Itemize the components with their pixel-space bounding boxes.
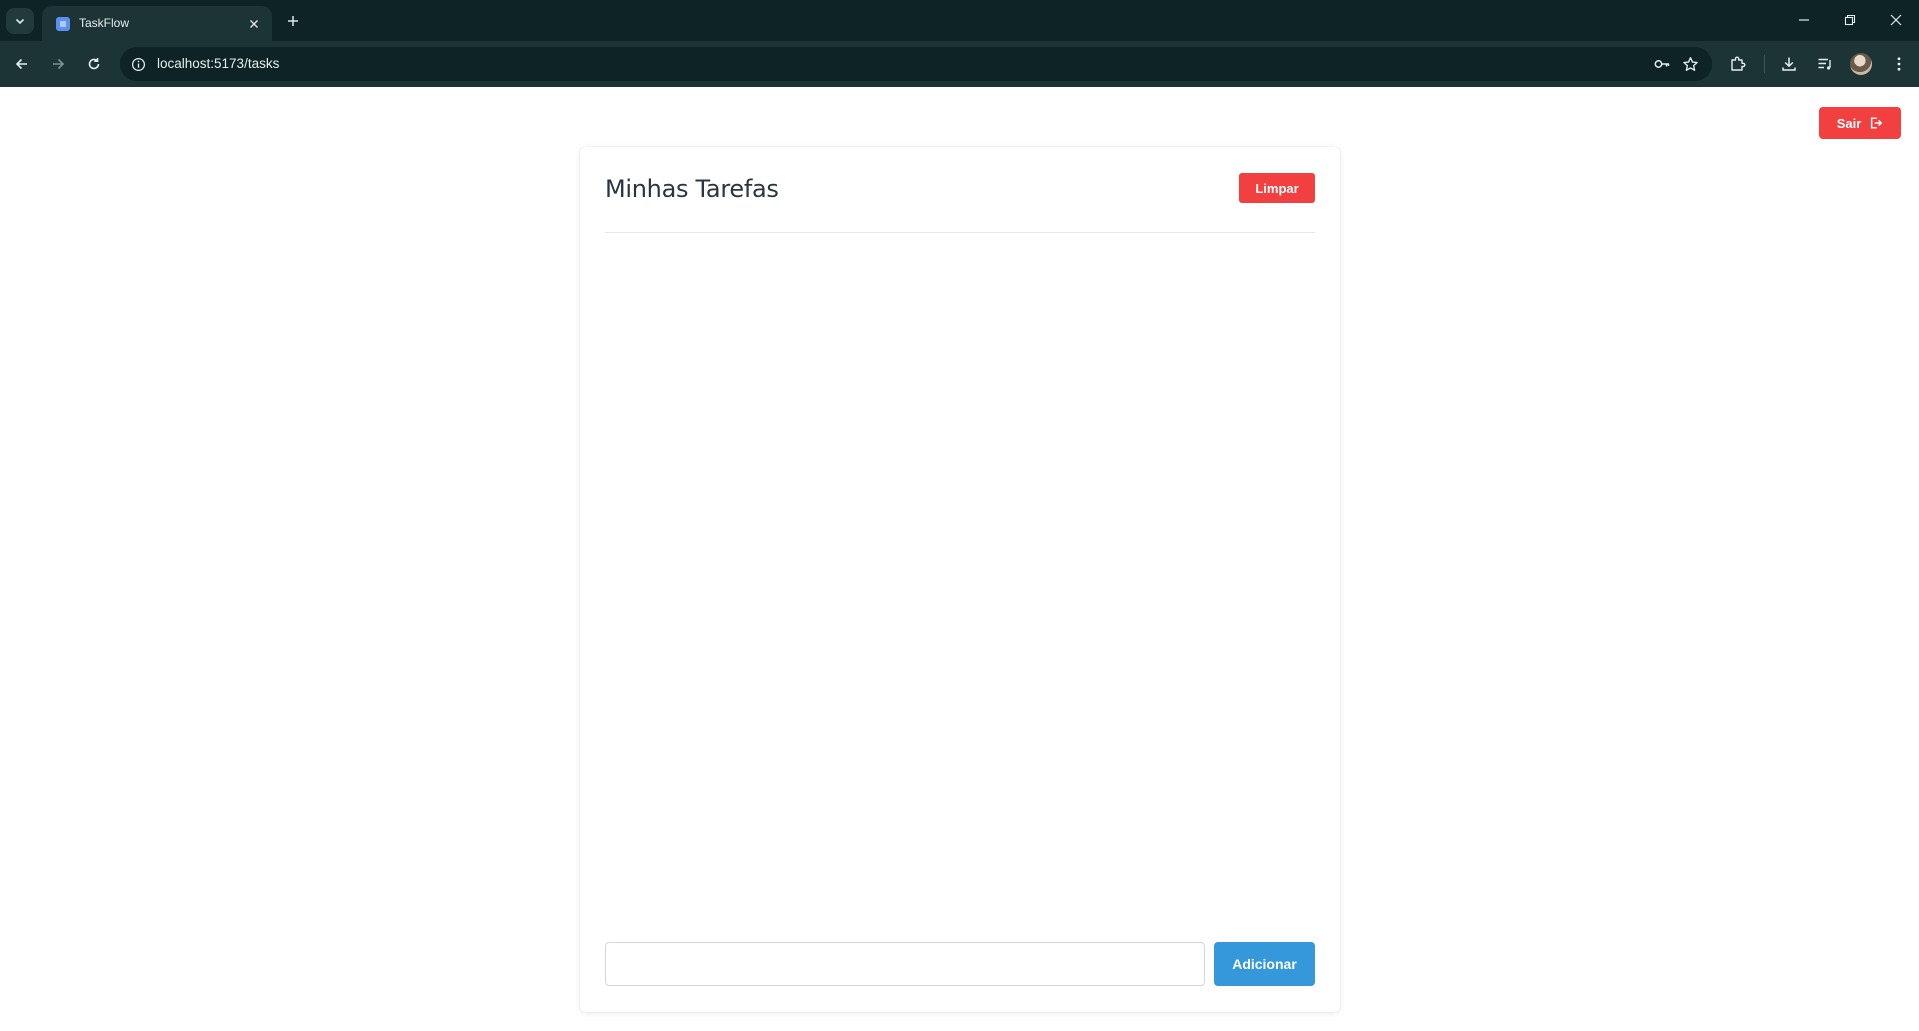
new-task-input[interactable] [605, 942, 1205, 986]
clear-tasks-button[interactable]: Limpar [1239, 173, 1315, 203]
tab-favicon-icon [56, 17, 70, 31]
task-list [605, 247, 1315, 922]
downloads-button[interactable] [1777, 52, 1801, 76]
logout-label: Sair [1836, 115, 1862, 131]
url-text: localhost:5173/tasks [157, 56, 280, 71]
address-bar[interactable]: localhost:5173/tasks [120, 47, 1712, 81]
close-window-button[interactable] [1873, 0, 1919, 40]
bookmark-star-icon [1682, 56, 1698, 71]
password-manager-button[interactable] [1652, 54, 1672, 74]
header-divider [605, 232, 1315, 233]
logout-icon [1871, 117, 1883, 129]
logout-button[interactable]: Sair [1819, 107, 1901, 139]
restore-window-button[interactable] [1827, 0, 1873, 40]
browser-titlebar: TaskFlow [0, 0, 1919, 41]
profile-button[interactable] [1849, 52, 1873, 76]
plus-icon [288, 16, 298, 26]
download-icon [1782, 57, 1796, 71]
site-info-icon [131, 57, 145, 71]
reload-icon [88, 58, 100, 70]
restore-icon [1844, 14, 1856, 26]
new-tab-button[interactable] [280, 8, 306, 34]
extensions-icon [1731, 56, 1746, 71]
add-task-button[interactable]: Adicionar [1214, 942, 1315, 986]
reload-button[interactable] [80, 50, 108, 78]
back-arrow-icon [15, 58, 27, 70]
close-tab-button[interactable] [244, 14, 264, 34]
avatar [1850, 53, 1872, 75]
close-icon [250, 20, 258, 28]
media-controls-button[interactable] [1813, 52, 1837, 76]
tasks-card: Minhas Tarefas Limpar Adicionar [580, 147, 1340, 1012]
extensions-button[interactable] [1726, 52, 1750, 76]
tab-title: TaskFlow [79, 16, 130, 30]
browser-tab[interactable]: TaskFlow [42, 6, 272, 41]
kebab-menu-icon [1897, 57, 1901, 71]
close-window-icon [1890, 14, 1902, 26]
site-info-button[interactable] [128, 54, 148, 74]
password-key-icon [1654, 60, 1670, 68]
minimize-icon [1799, 19, 1809, 21]
minimize-window-button[interactable] [1781, 0, 1827, 40]
page-title: Minhas Tarefas [605, 175, 779, 203]
forward-arrow-icon [53, 58, 65, 70]
forward-button[interactable] [44, 50, 72, 78]
tab-search-button[interactable] [6, 8, 34, 34]
back-button[interactable] [8, 50, 36, 78]
bookmark-button[interactable] [1680, 54, 1700, 74]
media-control-icon [1818, 58, 1831, 70]
chevron-down-icon [15, 18, 25, 25]
toolbar-divider [1764, 55, 1765, 73]
browser-menu-button[interactable] [1887, 52, 1911, 76]
browser-toolbar: localhost:5173/tasks [0, 41, 1919, 87]
